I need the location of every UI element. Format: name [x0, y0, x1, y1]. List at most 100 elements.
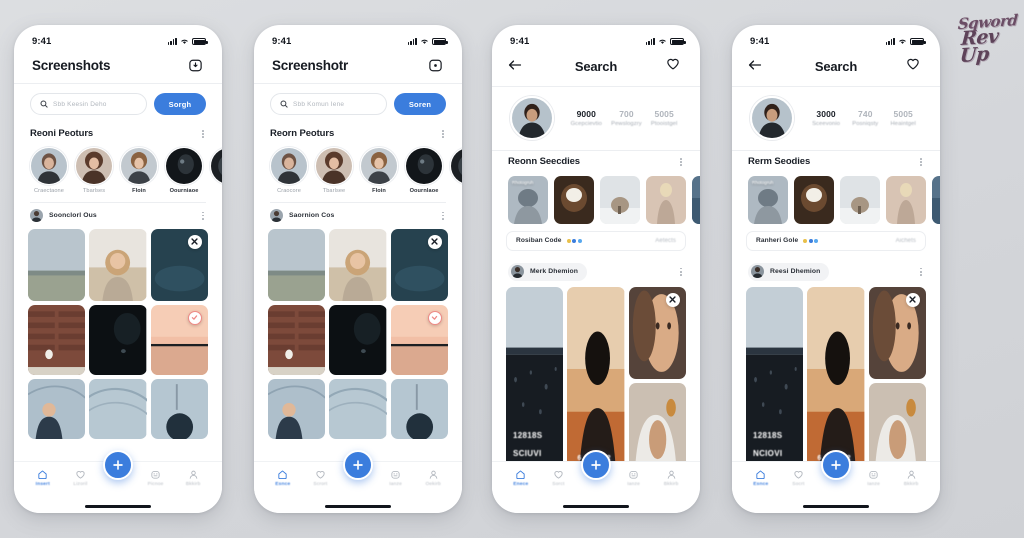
story-item[interactable]: Setic	[210, 146, 222, 194]
stat-item[interactable]: 740 Posniqsty	[852, 109, 878, 127]
photo-cell[interactable]	[89, 228, 147, 301]
check-circle-icon[interactable]	[427, 310, 442, 325]
photo-cell[interactable]	[390, 378, 448, 439]
photo-cell[interactable]	[329, 304, 387, 375]
nav-item-reactions[interactable]: Ianze	[858, 469, 890, 487]
stat-item[interactable]: 700 Pewslogzry	[611, 109, 642, 127]
search-button[interactable]: Sorgh	[154, 93, 206, 115]
story-item[interactable]: Oournlaoe	[405, 146, 443, 194]
photo-cell[interactable]	[150, 228, 208, 301]
nav-item-likes[interactable]: Socrt	[782, 469, 814, 487]
story-item[interactable]: Craectaone	[30, 146, 68, 194]
back-arrow-icon[interactable]	[748, 58, 766, 76]
recent-searches-strip[interactable]: Rhotogruh	[492, 174, 700, 231]
user-chip[interactable]: Soonclorl Ous	[30, 209, 97, 223]
nav-item-reactions[interactable]: Ianze	[618, 469, 650, 487]
search-thumbnail[interactable]	[600, 175, 640, 224]
download-box-icon[interactable]	[427, 57, 444, 74]
close-icon[interactable]	[665, 292, 680, 307]
story-item[interactable]: Craocore	[270, 146, 308, 194]
stat-item[interactable]: 3000 Sceevonio	[812, 109, 840, 127]
photo-cell[interactable]	[28, 304, 86, 375]
add-button[interactable]	[103, 450, 133, 480]
search-input[interactable]: Sbb Komun Iene	[270, 93, 387, 115]
add-button[interactable]	[343, 450, 373, 480]
story-item[interactable]: Floin	[120, 146, 158, 194]
nav-item-home[interactable]: Esnce	[267, 469, 299, 487]
heart-outline-icon[interactable]	[666, 57, 684, 76]
photo-cell[interactable]	[28, 378, 86, 439]
user-chip[interactable]: Reesi Dhemion	[748, 262, 830, 281]
download-box-icon[interactable]	[187, 57, 204, 74]
nav-item-reactions[interactable]: Picnoe	[140, 469, 172, 487]
kebab-menu-icon[interactable]	[678, 265, 684, 279]
nav-item-profile[interactable]: Bkkirb	[177, 469, 209, 487]
add-button[interactable]	[581, 450, 611, 480]
add-button[interactable]	[821, 450, 851, 480]
photo-cell[interactable]	[150, 304, 208, 375]
kebab-menu-icon[interactable]	[918, 155, 924, 169]
photo-cell[interactable]	[329, 228, 387, 301]
photo-cell[interactable]: 12818S NCIOVI Phblorid Aiph	[746, 286, 804, 461]
nav-item-profile[interactable]: Oekirb	[417, 469, 449, 487]
code-row[interactable]: Rosiban Code Aetects	[506, 230, 686, 251]
check-circle-icon[interactable]	[187, 310, 202, 325]
nav-item-home[interactable]: Esnce	[745, 469, 777, 487]
user-chip[interactable]: Merk Dhemion	[508, 262, 588, 281]
kebab-menu-icon[interactable]	[440, 209, 446, 223]
photo-cell[interactable]: 6 0 1 7 6 2 0	[567, 286, 625, 461]
search-thumbnail[interactable]	[646, 175, 686, 224]
photo-cell[interactable]: 6 0 1 7 6 2 0	[807, 286, 865, 461]
stat-item[interactable]: 5005 Heaintgel	[891, 109, 916, 127]
search-thumbnail[interactable]	[886, 175, 926, 224]
search-thumbnail[interactable]: Rhotogruh	[748, 175, 788, 224]
search-thumbnail[interactable]	[692, 175, 700, 224]
search-thumbnail[interactable]	[554, 175, 594, 224]
code-row-action[interactable]: Aichets	[896, 238, 916, 244]
code-row[interactable]: Ranheri Gole Aichets	[746, 230, 926, 251]
heart-outline-icon[interactable]	[906, 57, 924, 76]
photo-cell[interactable]	[28, 228, 86, 301]
story-item[interactable]: Tbarlses	[75, 146, 113, 194]
kebab-menu-icon[interactable]	[440, 127, 446, 141]
story-item[interactable]: Tbarlsee	[315, 146, 353, 194]
kebab-menu-icon[interactable]	[918, 265, 924, 279]
profile-avatar[interactable]	[510, 96, 554, 140]
back-arrow-icon[interactable]	[508, 58, 526, 76]
kebab-menu-icon[interactable]	[200, 127, 206, 141]
photo-cell[interactable]: 12818S SCIUVI Phblorid Aiph	[506, 286, 564, 461]
story-item[interactable]: Floin	[360, 146, 398, 194]
recent-searches-strip[interactable]: Rhotogruh	[732, 174, 940, 231]
photo-grid-wrapper[interactable]: 12818S NCIOVI Phblorid Aiph 6 0 1 7 6 2 …	[732, 286, 940, 461]
search-button[interactable]: Soren	[394, 93, 446, 115]
photo-grid-wrapper[interactable]	[14, 228, 222, 461]
search-thumbnail[interactable]: Rhotogruh	[508, 175, 548, 224]
photo-cell[interactable]	[390, 228, 448, 301]
nav-item-profile[interactable]: Bkkirb	[895, 469, 927, 487]
search-thumbnail[interactable]	[932, 175, 940, 224]
nav-item-likes[interactable]: Lizoril	[64, 469, 96, 487]
kebab-menu-icon[interactable]	[200, 209, 206, 223]
nav-item-profile[interactable]: Bkkirb	[655, 469, 687, 487]
nav-item-home[interactable]: Enece	[505, 469, 537, 487]
photo-cell[interactable]	[628, 382, 686, 461]
photo-cell[interactable]	[390, 304, 448, 375]
photo-cell[interactable]	[268, 378, 326, 439]
user-chip[interactable]: Saornion Cos	[270, 209, 334, 223]
photo-cell[interactable]	[268, 304, 326, 375]
nav-item-likes[interactable]: Sorct	[542, 469, 574, 487]
search-thumbnail[interactable]	[794, 175, 834, 224]
photo-cell[interactable]	[868, 382, 926, 461]
stat-item[interactable]: 9000 Gcepcievtio	[571, 109, 602, 127]
code-row-action[interactable]: Aetects	[655, 238, 676, 244]
profile-avatar[interactable]	[750, 96, 794, 140]
stories-row[interactable]: Craocore Tbarlsee Floin Oournlaoe Soic	[254, 146, 462, 198]
photo-cell[interactable]	[628, 286, 686, 379]
nav-item-likes[interactable]: Scrort	[304, 469, 336, 487]
photo-cell[interactable]	[89, 304, 147, 375]
story-item[interactable]: Oourniaoe	[165, 146, 203, 194]
stat-item[interactable]: 5005 Ptooistgel	[651, 109, 677, 127]
photo-grid-wrapper[interactable]: 12818S SCIUVI Phblorid Aiph 6 0 1 7 6 2 …	[492, 286, 700, 461]
kebab-menu-icon[interactable]	[678, 155, 684, 169]
photo-cell[interactable]	[329, 378, 387, 439]
